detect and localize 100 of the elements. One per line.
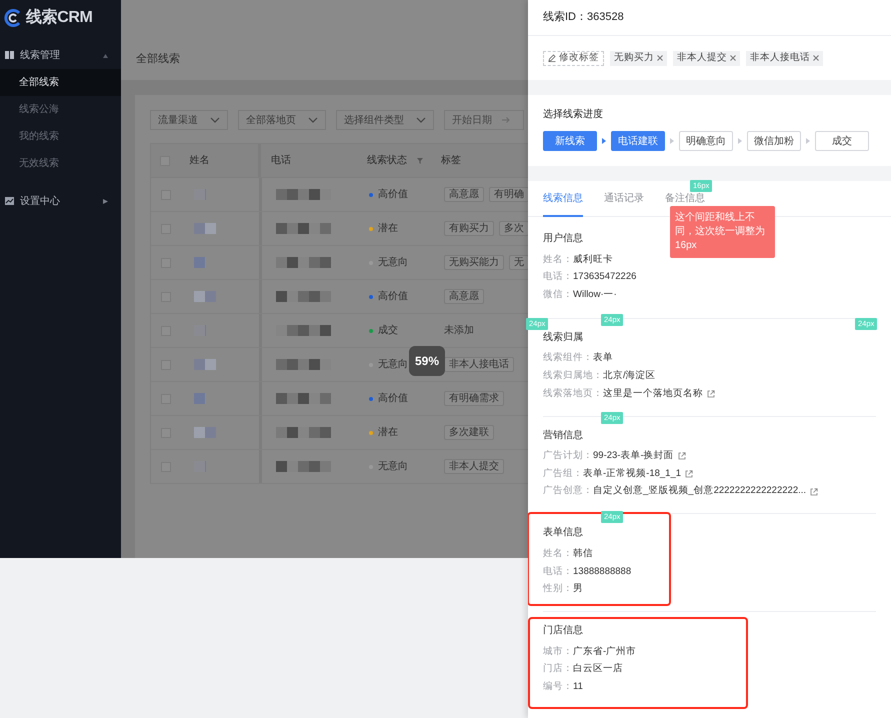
field-value: 13888888888 (573, 564, 632, 579)
status-text: 高价值 (378, 188, 408, 202)
caret-right-icon (670, 138, 674, 144)
column-header: 线索状态 (366, 154, 407, 168)
progress-step[interactable]: 新线索 (543, 131, 597, 151)
status-text: 无意向 (378, 460, 408, 474)
pixelated-mask (194, 257, 206, 268)
progress-step[interactable]: 明确意向 (679, 131, 733, 151)
column-header: 标签 (441, 154, 462, 168)
tab[interactable]: 通话记录 (604, 181, 644, 217)
chevron-down-icon (416, 117, 426, 123)
pixelated-mask (276, 393, 331, 404)
section-title: 用户信息 (543, 232, 583, 246)
menu-item[interactable]: 线索公海 (0, 96, 121, 123)
field-label: 微信： (543, 288, 573, 302)
field-label: 编号： (543, 680, 573, 694)
tag: 有明确 (489, 187, 528, 202)
field-label: 线索归属地： (543, 369, 603, 384)
field-label: 电话： (543, 270, 573, 284)
status-text: 成交 (378, 324, 398, 338)
arrow-right-icon (502, 117, 510, 123)
menu-group[interactable]: 线索管理 (0, 41, 121, 69)
progress-step[interactable]: 成交 (815, 131, 869, 151)
field-label: 线索组件： (543, 351, 593, 366)
pixelated-mask (194, 325, 206, 336)
tag: 非本人接电话 (444, 357, 514, 372)
close-icon (730, 55, 736, 61)
pixelated-mask (276, 291, 331, 302)
zoom-level-badge: 59% (409, 346, 445, 376)
field-label: 性别： (543, 582, 573, 596)
pixelated-mask (194, 189, 206, 200)
field-value: 北京/海淀区 (603, 369, 656, 384)
section-title: 门店信息 (543, 624, 583, 638)
date-range-field[interactable]: 开始日期 (444, 110, 524, 130)
pixelated-mask (276, 427, 331, 438)
status-text: 无意向 (378, 358, 408, 372)
tag-chip: 非本人接电话 (746, 50, 823, 66)
close-icon (657, 55, 663, 61)
field-label: 电话： (543, 564, 573, 579)
caret-right-icon (806, 138, 810, 144)
field-value: 11 (573, 680, 583, 694)
menu-item[interactable]: 全部线索 (0, 69, 121, 96)
edit-tags-button[interactable]: 修改标签 (543, 50, 604, 66)
column-header: 姓名 (190, 154, 210, 168)
section-title: 线索归属 (543, 330, 583, 345)
field-label: 姓名： (543, 252, 573, 267)
pixelated-mask (194, 291, 216, 302)
pixelated-mask (194, 393, 206, 404)
progress-step[interactable]: 电话建联 (611, 131, 665, 151)
tag-chip: 非本人提交 (673, 50, 740, 66)
close-icon (813, 55, 819, 61)
menu-item[interactable]: 无效线索 (0, 150, 121, 177)
pixelated-mask (276, 461, 331, 472)
field-value: 这里是一个落地页名称 (603, 386, 703, 401)
field-label: 广告创意： (543, 484, 593, 498)
field-value: Willow·一· (573, 288, 617, 302)
field-value: 自定义创意_竖版视频_创意2222222222222222... (593, 484, 806, 498)
tag: 有购买力 (444, 221, 494, 236)
pencil-icon (548, 54, 556, 62)
progress-step[interactable]: 微信加粉 (747, 131, 801, 151)
status-text: 潜在 (378, 426, 398, 440)
select-field[interactable]: 流量渠道 (150, 110, 228, 130)
pixelated-mask (194, 359, 216, 370)
pixelated-mask (194, 461, 206, 472)
page-title: 全部线索 (136, 52, 180, 66)
tag: 有明确需求 (444, 391, 504, 406)
lead-id-title: 线索ID：363528 (543, 10, 624, 26)
select-field[interactable]: 全部落地页 (238, 110, 326, 130)
tag: 多次 (499, 221, 528, 236)
status-text: 无意向 (378, 256, 408, 270)
section-title: 营销信息 (543, 428, 583, 443)
tag: 无 (509, 255, 528, 270)
annotation-tooltip: 这个间距和线上不同，这次统一调整为16px (670, 206, 775, 258)
field-value: 表单-正常视频-18_1_1 (583, 466, 682, 481)
tab[interactable]: 线索信息 (543, 181, 583, 217)
tag: 无购买能力 (444, 255, 504, 270)
logo-icon (4, 9, 22, 27)
status-text: 潜在 (378, 222, 398, 236)
field-label: 广告组： (543, 466, 583, 481)
pixelated-mask (276, 223, 331, 234)
field-label: 姓名： (543, 547, 573, 562)
tag: 非本人提交 (444, 459, 504, 474)
field-label: 广告计划： (543, 449, 593, 464)
menu-item[interactable]: 我的线索 (0, 123, 121, 150)
tag: 高意愿 (444, 187, 484, 202)
section-title: 选择线索进度 (543, 108, 604, 122)
logo-text: 线索CRM (26, 7, 92, 28)
chart-icon (5, 197, 14, 205)
caret-right-icon (602, 138, 606, 144)
select-field[interactable]: 选择组件类型 (336, 110, 434, 130)
tag: 多次建联 (444, 425, 494, 440)
caret-right-icon (738, 138, 742, 144)
tag-placeholder-text: 未添加 (444, 324, 474, 338)
column-header: 电话 (270, 154, 291, 168)
book-icon (5, 51, 14, 59)
tag-chip: 无购买力 (610, 50, 667, 66)
menu-group[interactable]: 设置中心 (0, 187, 121, 215)
field-value: 173635472226 (573, 270, 636, 284)
chevron-down-icon (210, 117, 220, 123)
field-label: 城市： (543, 644, 573, 659)
